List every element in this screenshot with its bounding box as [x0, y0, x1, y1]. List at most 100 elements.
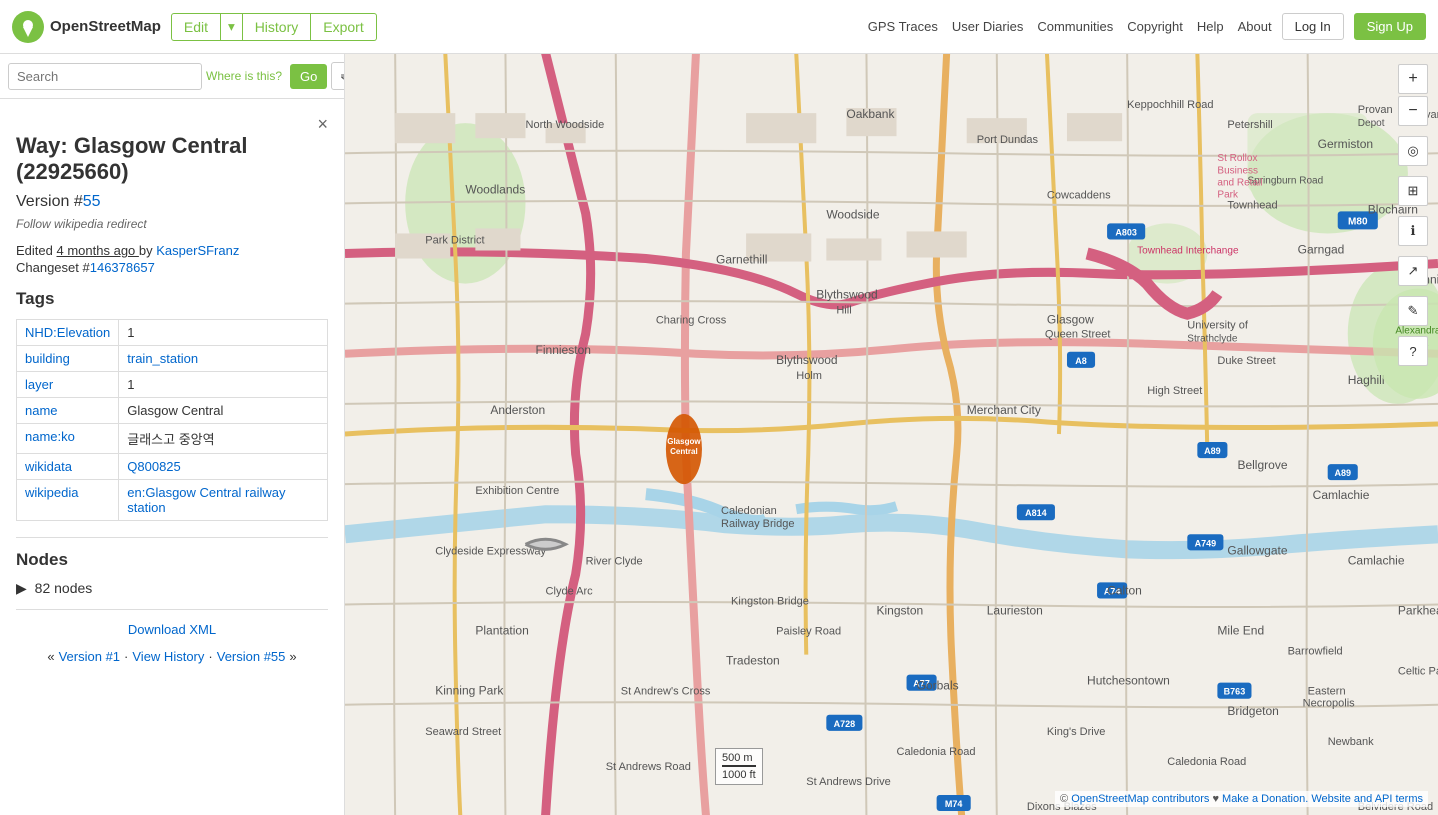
directions-button[interactable]: ⇌ — [331, 62, 345, 90]
way-title: Way: Glasgow Central (22925660) — [16, 133, 328, 185]
tag-value[interactable]: Q800825 — [119, 454, 328, 480]
edit-button[interactable]: Edit — [171, 13, 221, 41]
svg-text:Woodlands: Woodlands — [465, 182, 525, 196]
svg-text:Calton: Calton — [1107, 583, 1142, 597]
tag-key: wikipedia — [17, 480, 119, 521]
query-button[interactable]: ? — [1398, 336, 1428, 366]
nav-user-diaries[interactable]: User Diaries — [952, 19, 1024, 34]
osm-attribution-link[interactable]: OpenStreetMap contributors — [1071, 793, 1209, 805]
edit-button-group: Edit ▾ History Export — [171, 13, 377, 41]
nav-communities[interactable]: Communities — [1037, 19, 1113, 34]
version-first-link[interactable]: Version #1 — [59, 649, 120, 664]
svg-text:Oakbank: Oakbank — [846, 107, 895, 121]
svg-text:Gallowgate: Gallowgate — [1227, 543, 1287, 557]
version-link[interactable]: 55 — [83, 193, 101, 210]
svg-text:Kingston Bridge: Kingston Bridge — [731, 595, 809, 607]
edited-line: Edited 4 months ago by KasperSFranz — [16, 243, 328, 258]
svg-text:Celtic Park: Celtic Park — [1398, 666, 1438, 678]
zoom-in-button[interactable]: + — [1398, 64, 1428, 94]
where-is-this-link[interactable]: Where is this? — [206, 69, 282, 83]
svg-text:Keppochhill Road: Keppochhill Road — [1127, 99, 1213, 111]
editor-link[interactable]: KasperSFranz — [156, 243, 239, 258]
close-button[interactable]: × — [317, 115, 328, 133]
svg-text:Park: Park — [1217, 189, 1239, 200]
tags-table: NHD:Elevation1buildingtrain_stationlayer… — [16, 319, 328, 521]
svg-text:A8: A8 — [1075, 356, 1087, 366]
svg-text:Hill: Hill — [836, 305, 851, 317]
version-nav: « Version #1 · View History · Version #5… — [16, 649, 328, 664]
tag-key: name — [17, 398, 119, 424]
scale-500m: 500 m — [722, 752, 756, 767]
svg-text:Kingston: Kingston — [876, 603, 923, 617]
svg-text:Queen Street: Queen Street — [1045, 329, 1111, 341]
svg-text:Woodside: Woodside — [826, 207, 880, 221]
download-xml-link[interactable]: Download XML — [16, 622, 328, 637]
edit-dropdown-button[interactable]: ▾ — [221, 13, 243, 41]
go-button[interactable]: Go — [290, 64, 327, 89]
zoom-out-button[interactable]: − — [1398, 96, 1428, 126]
view-history-link[interactable]: View History — [132, 649, 204, 664]
changeset-link[interactable]: 146378657 — [90, 260, 155, 275]
header: OpenStreetMap Edit ▾ History Export GPS … — [0, 0, 1438, 54]
attribution-symbol: © — [1060, 793, 1068, 805]
svg-text:A89: A89 — [1334, 468, 1351, 478]
scale-bar: 500 m 1000 ft — [715, 748, 763, 785]
svg-text:Exhibition Centre: Exhibition Centre — [475, 485, 559, 497]
version-current-link[interactable]: Version #55 — [217, 649, 286, 664]
info-button[interactable]: ℹ — [1398, 216, 1428, 246]
history-button[interactable]: History — [243, 13, 312, 41]
search-input[interactable] — [8, 63, 202, 90]
export-button[interactable]: Export — [311, 13, 376, 41]
svg-text:St Andrew's Cross: St Andrew's Cross — [621, 686, 711, 698]
svg-text:Merchant City: Merchant City — [967, 403, 1041, 417]
signup-button[interactable]: Sign Up — [1354, 13, 1426, 40]
nav-separator-1: · — [124, 649, 128, 664]
svg-text:Provan: Provan — [1358, 104, 1393, 116]
nav-copyright[interactable]: Copyright — [1127, 19, 1183, 34]
svg-text:M80: M80 — [1348, 216, 1368, 227]
svg-text:Necropolis: Necropolis — [1303, 698, 1356, 710]
map-background: M80 A8 A803 A814 A89 A89 A74 — [345, 54, 1438, 815]
tag-key: NHD:Elevation — [17, 320, 119, 346]
share-button[interactable]: ↗ — [1398, 256, 1428, 286]
logo[interactable]: OpenStreetMap — [12, 11, 161, 43]
website-terms-link[interactable]: Website and API terms — [1311, 793, 1423, 805]
svg-text:River Clyde: River Clyde — [586, 555, 643, 567]
tag-key[interactable]: building — [17, 346, 119, 372]
svg-text:King's Drive: King's Drive — [1047, 726, 1105, 738]
nav-about[interactable]: About — [1238, 19, 1272, 34]
nav-gps-traces[interactable]: GPS Traces — [868, 19, 938, 34]
edited-by: by — [139, 243, 153, 258]
svg-text:Camlachie: Camlachie — [1313, 488, 1370, 502]
login-button[interactable]: Log In — [1282, 13, 1344, 40]
map-container[interactable]: M80 A8 A803 A814 A89 A89 A74 — [345, 54, 1438, 815]
svg-text:Port Dundas: Port Dundas — [977, 134, 1039, 146]
tag-value[interactable]: train_station — [119, 346, 328, 372]
svg-text:Camlachie: Camlachie — [1348, 553, 1405, 567]
svg-text:Charing Cross: Charing Cross — [656, 315, 727, 327]
svg-text:Holm: Holm — [796, 370, 822, 382]
tag-value[interactable]: en:Glasgow Central railway station — [119, 480, 328, 521]
note-button[interactable]: ✎ — [1398, 296, 1428, 326]
svg-text:Bridgeton: Bridgeton — [1227, 704, 1278, 718]
nodes-toggle[interactable]: ▶ — [16, 580, 27, 596]
donation-link[interactable]: Make a Donation. — [1222, 793, 1308, 805]
main-area: Where is this? Go ⇌ × Way: Glasgow Centr… — [0, 54, 1438, 815]
svg-text:Anderston: Anderston — [490, 403, 545, 417]
scale-1000ft: 1000 ft — [722, 769, 756, 781]
layers-button[interactable]: ⊞ — [1398, 176, 1428, 206]
changeset-line: Changeset #146378657 — [16, 260, 328, 275]
svg-text:M74: M74 — [945, 799, 963, 809]
svg-text:Garnethill: Garnethill — [716, 253, 767, 267]
way-panel: × Way: Glasgow Central (22925660) Versio… — [0, 99, 344, 815]
svg-text:Glasgow: Glasgow — [667, 437, 701, 446]
locate-button[interactable]: ◎ — [1398, 136, 1428, 166]
nav-help[interactable]: Help — [1197, 19, 1224, 34]
svg-text:Caledonian: Caledonian — [721, 505, 777, 517]
svg-text:North Woodside: North Woodside — [525, 119, 604, 131]
logo-icon — [12, 11, 44, 43]
svg-text:St Andrews Drive: St Andrews Drive — [806, 776, 890, 788]
header-nav: GPS Traces User Diaries Communities Copy… — [868, 19, 1272, 34]
sidebar: Where is this? Go ⇌ × Way: Glasgow Centr… — [0, 54, 345, 815]
svg-text:Clyde Arc: Clyde Arc — [546, 585, 594, 597]
